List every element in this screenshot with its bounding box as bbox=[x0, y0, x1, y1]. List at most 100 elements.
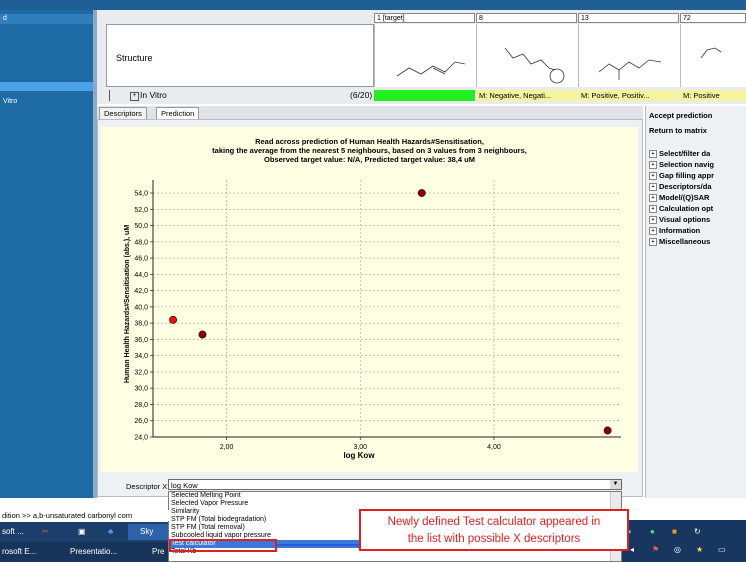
x-axis-label: log Kow bbox=[343, 451, 375, 460]
y-tick-label: 42,0 bbox=[134, 288, 148, 295]
accordion-calculation-options[interactable]: + Calculation opt bbox=[649, 204, 713, 214]
callout-arrow bbox=[277, 544, 359, 546]
column-header-target[interactable]: 1 [target] bbox=[374, 13, 475, 23]
taskbar-item[interactable]: soft ... bbox=[2, 524, 38, 540]
molecule-drawing-target bbox=[396, 61, 466, 77]
x-tick-label: 4,00 bbox=[487, 444, 501, 451]
structure-label: Structure bbox=[116, 53, 153, 63]
accordion-model-qsar[interactable]: + Model/(Q)SAR bbox=[649, 193, 709, 203]
network-icon[interactable]: ◐ bbox=[628, 524, 642, 540]
in-vitro-row[interactable]: + In Vitro (6/20) bbox=[106, 90, 374, 101]
dropdown-option[interactable]: Selected Melting Point bbox=[169, 492, 621, 500]
volume-icon[interactable]: ◂ bbox=[630, 542, 644, 558]
accordion-select-filter[interactable]: + Select/filter da bbox=[649, 149, 710, 159]
taskbar-item[interactable]: rosoft E... bbox=[2, 544, 50, 560]
y-tick-label: 32,0 bbox=[134, 369, 148, 376]
flag-icon[interactable]: ⚑ bbox=[652, 542, 666, 558]
accordion-miscellaneous[interactable]: + Miscellaneous bbox=[649, 237, 710, 247]
plus-icon: + bbox=[649, 227, 657, 236]
accordion-visual-options[interactable]: + Visual options bbox=[649, 215, 710, 225]
points-layer bbox=[169, 189, 612, 435]
breadcrumb: dition >> a,b-unsaturated carbonyl com bbox=[0, 510, 170, 521]
dropdown-option[interactable]: Selected Vapor Pressure bbox=[169, 500, 621, 508]
axes-layer: 24,0 26,0 28,0 30,0 32,0 34,0 36,0 38,0 40,0 42,0… bbox=[134, 180, 621, 451]
sync-icon[interactable]: ↻ bbox=[694, 524, 708, 540]
plus-icon: + bbox=[649, 205, 657, 214]
dropdown-arrow-icon[interactable]: ▼ bbox=[610, 480, 621, 489]
nav-item-selected[interactable] bbox=[0, 82, 93, 91]
result-cell-72[interactable]: M: Positive bbox=[680, 90, 746, 101]
callout-line-2: the list with possible X descriptors bbox=[407, 533, 581, 545]
y-tick-label: 26,0 bbox=[134, 418, 148, 425]
y-tick-label: 48,0 bbox=[134, 239, 148, 246]
descriptor-x-label: Descriptor X: bbox=[126, 482, 170, 491]
chat-icon[interactable]: ● bbox=[650, 524, 664, 540]
result-cell-13[interactable]: M: Positive, Positiv... bbox=[578, 90, 679, 101]
y-tick-label: 40,0 bbox=[134, 304, 148, 311]
column-header-13[interactable]: 13 bbox=[578, 13, 679, 23]
x-tick-label: 3,00 bbox=[353, 444, 367, 451]
system-tray: ◐ ● ■ ↻ ◂ ⚑ ◎ ★ ▭ bbox=[622, 520, 746, 562]
y-tick-label: 54,0 bbox=[134, 191, 148, 198]
data-matrix: 1 [target] 8 13 72 Structure + In Vitro … bbox=[97, 10, 746, 104]
taskbar-item[interactable]: Sky bbox=[128, 524, 168, 540]
top-bar bbox=[0, 0, 746, 10]
accordion-gap-filling[interactable]: + Gap filling appr bbox=[649, 171, 714, 181]
accordion-information[interactable]: + Information bbox=[649, 226, 700, 236]
taskbar-item[interactable]: Pre bbox=[138, 544, 168, 560]
structure-72 bbox=[680, 24, 746, 87]
y-tick-label: 44,0 bbox=[134, 272, 148, 279]
data-point-target[interactable] bbox=[169, 315, 178, 324]
column-header-8[interactable]: 8 bbox=[476, 13, 577, 23]
result-cell-8[interactable]: M: Negative, Negati... bbox=[476, 90, 577, 101]
plus-icon: + bbox=[649, 161, 657, 170]
y-tick-label: 30,0 bbox=[134, 386, 148, 393]
app-icon[interactable]: ✂ bbox=[42, 524, 58, 540]
y-tick-label: 34,0 bbox=[134, 353, 148, 360]
y-tick-label: 38,0 bbox=[134, 321, 148, 328]
data-point-neighbour[interactable] bbox=[198, 330, 207, 339]
molecule-drawing-72 bbox=[700, 47, 722, 59]
descriptor-x-select[interactable]: log Kow ▼ bbox=[168, 479, 622, 490]
data-point-neighbour[interactable] bbox=[603, 426, 612, 435]
app-icon[interactable]: ▣ bbox=[78, 524, 94, 540]
x-tick-label: 2,00 bbox=[220, 444, 234, 451]
y-tick-label: 28,0 bbox=[134, 402, 148, 409]
app-tray-icon[interactable]: ■ bbox=[672, 524, 686, 540]
accept-prediction-button[interactable]: Accept prediction bbox=[649, 111, 712, 120]
y-tick-label: 52,0 bbox=[134, 207, 148, 214]
taskbar-item[interactable]: Presentatio... bbox=[56, 544, 128, 560]
structure-13 bbox=[578, 24, 680, 87]
nav-item-vitro[interactable]: Vitro bbox=[0, 97, 93, 107]
plus-icon: + bbox=[649, 150, 657, 159]
display-icon[interactable]: ▭ bbox=[718, 542, 732, 558]
expand-icon[interactable]: + bbox=[130, 92, 139, 101]
y-tick-label: 46,0 bbox=[134, 256, 148, 263]
taskbar-row-2: rosoft E... Presentatio... Pre bbox=[0, 542, 168, 562]
scatter-chart[interactable]: 24,0 26,0 28,0 30,0 32,0 34,0 36,0 38,0 40,0 42,0… bbox=[101, 127, 638, 472]
return-to-matrix-button[interactable]: Return to matrix bbox=[649, 126, 707, 135]
app-icon[interactable]: ♣ bbox=[108, 524, 120, 540]
plus-icon: + bbox=[649, 183, 657, 192]
nav-item-top[interactable]: d bbox=[0, 14, 93, 24]
accordion-descriptors[interactable]: + Descriptors/da bbox=[649, 182, 712, 192]
taskbar-row-1: soft ... ✂ ▣ ♣ Sky bbox=[0, 522, 168, 542]
right-action-panel: Accept prediction Return to matrix + Sele… bbox=[645, 106, 746, 498]
column-header-72[interactable]: 72 bbox=[680, 13, 746, 23]
in-vitro-count: (6/20) bbox=[350, 90, 373, 100]
accordion-selection-navigation[interactable]: + Selection navig bbox=[649, 160, 714, 170]
highlight-box bbox=[169, 539, 277, 552]
result-cell-target[interactable] bbox=[374, 90, 475, 101]
in-vitro-label: In Vitro bbox=[140, 90, 167, 100]
y-tick-label: 50,0 bbox=[134, 223, 148, 230]
plus-icon: + bbox=[649, 238, 657, 247]
tab-strip: Descriptors Prediction bbox=[97, 106, 643, 120]
update-icon[interactable]: ◎ bbox=[674, 542, 688, 558]
left-navigation-pane: d Vitro bbox=[0, 10, 93, 498]
y-tick-label: 24,0 bbox=[134, 435, 148, 442]
tree-line bbox=[109, 90, 110, 101]
notify-icon[interactable]: ★ bbox=[696, 542, 710, 558]
y-axis-label: Human Health Hazards#Sensitisation (abs.… bbox=[124, 225, 131, 383]
data-point-neighbour[interactable] bbox=[417, 189, 426, 197]
structure-target bbox=[374, 24, 476, 87]
